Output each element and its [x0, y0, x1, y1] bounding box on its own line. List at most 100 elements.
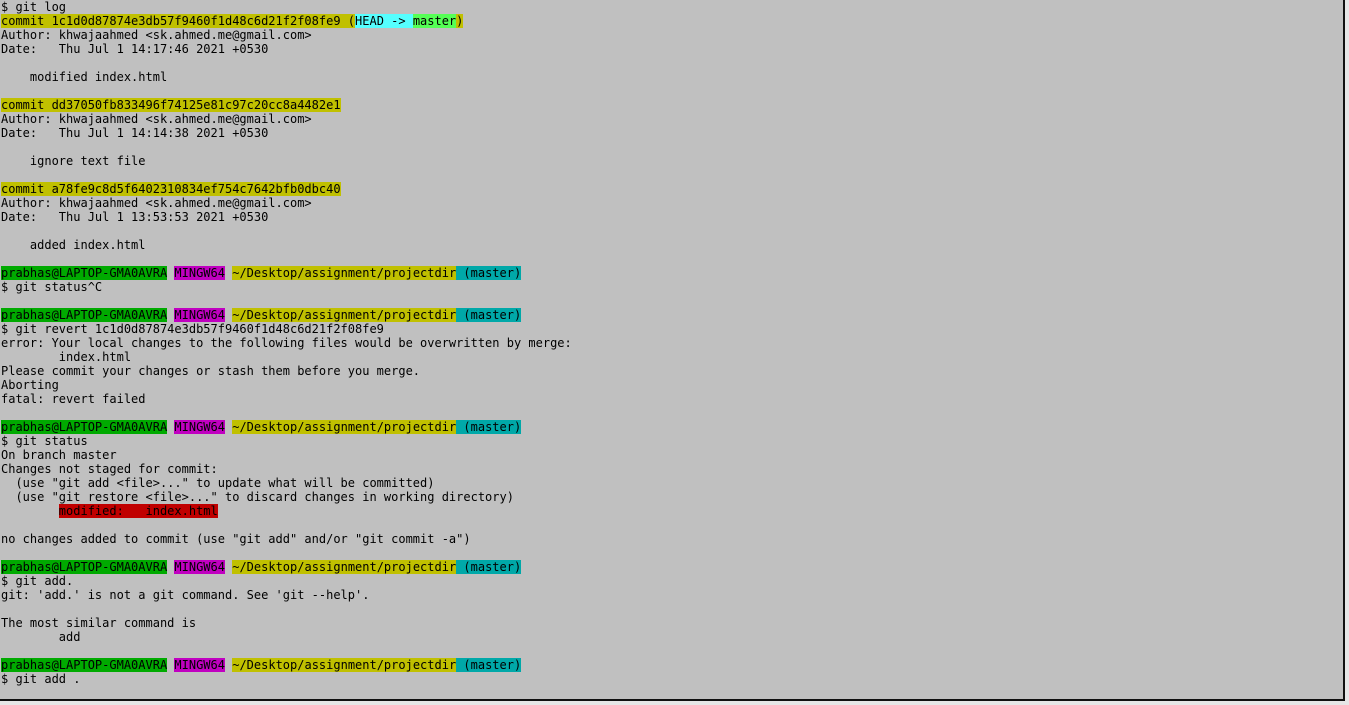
output-line: Please commit your changes or stash them…: [1, 364, 1343, 378]
output-line: (use "git add <file>..." to update what …: [1, 476, 1343, 490]
text-segment: Date: Thu Jul 1 13:53:53 2021 +0530: [1, 210, 269, 224]
text-segment: Please commit your changes or stash them…: [1, 364, 421, 378]
terminal-window[interactable]: $ git log commit 1c1d0d87874e3db57f9460f1…: [0, 0, 1345, 701]
branch-ref: master: [412, 14, 457, 28]
prompt-path: ~/Desktop/assignment/projectdir: [232, 266, 457, 280]
text-segment: fatal: revert failed: [1, 392, 146, 406]
text-segment: $ git revert 1c1d0d87874e3db57f9460f1d48…: [1, 322, 384, 336]
text-segment: no changes added to commit (use "git add…: [1, 532, 471, 546]
commit-line: commit 1c1d0d87874e3db57f9460f1d48c6d21f…: [1, 14, 1343, 28]
prompt-user-host: prabhas@LAPTOP-GMA0AVRA: [1, 420, 168, 434]
text-segment: add: [1, 630, 81, 644]
output-line: fatal: revert failed: [1, 392, 1343, 406]
prompt-user-host: prabhas@LAPTOP-GMA0AVRA: [1, 560, 168, 574]
output-line: modified: index.html: [1, 504, 1343, 518]
prompt-user-host: prabhas@LAPTOP-GMA0AVRA: [1, 658, 168, 672]
text-segment: git: 'add.' is not a git command. See 'g…: [1, 588, 370, 602]
text-segment: Date: Thu Jul 1 14:17:46 2021 +0530: [1, 42, 269, 56]
output-line: Changes not staged for commit:: [1, 462, 1343, 476]
prompt-branch: (master): [456, 658, 522, 672]
output-line: On branch master: [1, 448, 1343, 462]
prompt-branch: (master): [456, 560, 522, 574]
text-segment: Author: khwajaahmed <sk.ahmed.me@gmail.c…: [1, 196, 312, 210]
commit-line: commit a78fe9c8d5f6402310834ef754c7642bf…: [1, 182, 1343, 196]
output-line: (use "git restore <file>..." to discard …: [1, 490, 1343, 504]
text-segment: ignore text file: [1, 154, 146, 168]
text-segment: error: Your local changes to the followi…: [1, 336, 572, 350]
terminal-output: $ git log commit 1c1d0d87874e3db57f9460f1…: [0, 0, 1343, 686]
output-line: Aborting: [1, 378, 1343, 392]
prompt-branch: (master): [456, 308, 522, 322]
prompt-path: ~/Desktop/assignment/projectdir: [232, 658, 457, 672]
text-segment: Date: Thu Jul 1 14:14:38 2021 +0530: [1, 126, 269, 140]
prompt-path: ~/Desktop/assignment/projectdir: [232, 420, 457, 434]
text-segment: $ git status: [1, 434, 88, 448]
commit-hash: commit a78fe9c8d5f6402310834ef754c7642bf…: [1, 182, 341, 196]
output-line: no changes added to commit (use "git add…: [1, 532, 1343, 546]
text-segment: Aborting: [1, 378, 59, 392]
prompt-path: ~/Desktop/assignment/projectdir: [232, 308, 457, 322]
output-line: modified index.html: [1, 70, 1343, 84]
output-line: The most similar command is: [1, 616, 1343, 630]
command-line: $ git revert 1c1d0d87874e3db57f9460f1d48…: [1, 322, 1343, 336]
output-line: add: [1, 630, 1343, 644]
output-line: Date: Thu Jul 1 14:17:46 2021 +0530: [1, 42, 1343, 56]
commit-hash: commit dd37050fb833496f74125e81c97c20cc8…: [1, 98, 341, 112]
output-line: error: Your local changes to the followi…: [1, 336, 1343, 350]
text-segment: [1, 504, 59, 518]
command-line: $ git log: [1, 0, 1343, 14]
commit-line: commit dd37050fb833496f74125e81c97c20cc8…: [1, 98, 1343, 112]
text-segment: Author: khwajaahmed <sk.ahmed.me@gmail.c…: [1, 28, 312, 42]
text-segment: Author: khwajaahmed <sk.ahmed.me@gmail.c…: [1, 112, 312, 126]
prompt-line: prabhas@LAPTOP-GMA0AVRA MINGW64 ~/Deskto…: [1, 658, 1343, 672]
text-segment: The most similar command is: [1, 616, 197, 630]
command-line: $ git add.: [1, 574, 1343, 588]
prompt-user-host: prabhas@LAPTOP-GMA0AVRA: [1, 266, 168, 280]
modified-file: modified: index.html: [58, 504, 218, 518]
output-line: Author: khwajaahmed <sk.ahmed.me@gmail.c…: [1, 196, 1343, 210]
commit-hash: commit 1c1d0d87874e3db57f9460f1d48c6d21f…: [1, 14, 356, 28]
text-segment: Changes not staged for commit:: [1, 462, 218, 476]
output-line: Author: khwajaahmed <sk.ahmed.me@gmail.c…: [1, 28, 1343, 42]
prompt-line: prabhas@LAPTOP-GMA0AVRA MINGW64 ~/Deskto…: [1, 420, 1343, 434]
output-line: git: 'add.' is not a git command. See 'g…: [1, 588, 1343, 602]
output-line: index.html: [1, 350, 1343, 364]
text-segment: $ git log: [1, 0, 67, 14]
prompt-user-host: prabhas@LAPTOP-GMA0AVRA: [1, 308, 168, 322]
output-line: added index.html: [1, 238, 1343, 252]
prompt-line: prabhas@LAPTOP-GMA0AVRA MINGW64 ~/Deskto…: [1, 266, 1343, 280]
output-line: Author: khwajaahmed <sk.ahmed.me@gmail.c…: [1, 112, 1343, 126]
text-segment: modified index.html: [1, 70, 168, 84]
commit-hash: ): [456, 14, 464, 28]
prompt-line: prabhas@LAPTOP-GMA0AVRA MINGW64 ~/Deskto…: [1, 308, 1343, 322]
prompt-mingw-label: MINGW64: [174, 560, 225, 574]
text-segment: added index.html: [1, 238, 146, 252]
output-line: ignore text file: [1, 154, 1343, 168]
text-segment: On branch master: [1, 448, 117, 462]
prompt-branch: (master): [456, 266, 522, 280]
command-line: $ git status: [1, 434, 1343, 448]
head-ref: HEAD ->: [355, 14, 413, 28]
output-line: Date: Thu Jul 1 13:53:53 2021 +0530: [1, 210, 1343, 224]
prompt-line: prabhas@LAPTOP-GMA0AVRA MINGW64 ~/Deskto…: [1, 560, 1343, 574]
prompt-mingw-label: MINGW64: [174, 308, 225, 322]
prompt-branch: (master): [456, 420, 522, 434]
text-segment: $ git add .: [1, 672, 81, 686]
prompt-path: ~/Desktop/assignment/projectdir: [232, 560, 457, 574]
text-segment: index.html: [1, 350, 132, 364]
text-segment: $ git add.: [1, 574, 74, 588]
output-line: Date: Thu Jul 1 14:14:38 2021 +0530: [1, 126, 1343, 140]
prompt-mingw-label: MINGW64: [174, 420, 225, 434]
text-segment: (use "git add <file>..." to update what …: [1, 476, 435, 490]
prompt-mingw-label: MINGW64: [174, 658, 225, 672]
